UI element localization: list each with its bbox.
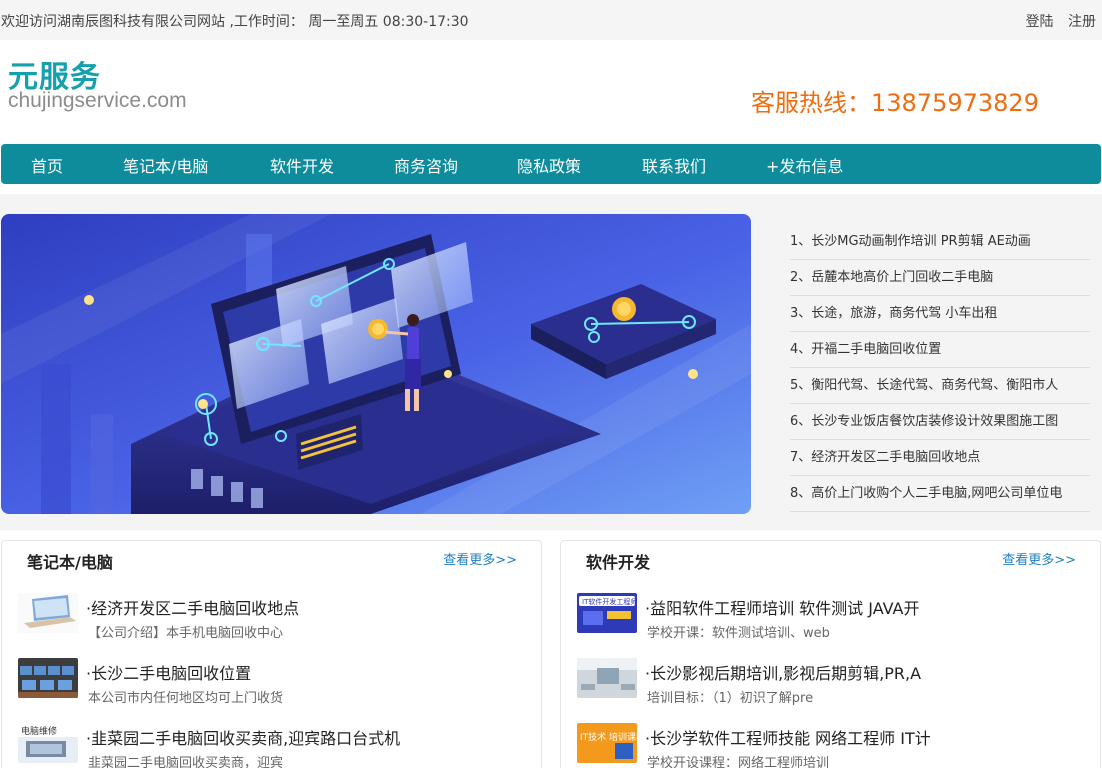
list-item[interactable]: IT软件开发工程师 ·益阳软件工程师培训 软件测试 JAVA开 学校开课：软件测… bbox=[577, 593, 1087, 655]
thumb-caption: 电脑维修 bbox=[21, 725, 57, 737]
entry-desc: 韭菜园二手电脑回收买卖商，迎宾 bbox=[88, 756, 284, 768]
entry-desc: 培训目标：（1）初识了解pre bbox=[647, 691, 814, 706]
list-item[interactable]: ·长沙影视后期培训,影视后期剪辑,PR,A 培训目标：（1）初识了解pre bbox=[577, 658, 1087, 720]
entry-title[interactable]: ·长沙影视后期培训,影视后期剪辑,PR,A bbox=[645, 660, 921, 684]
service-hotline: 客服热线：13875973829 bbox=[751, 89, 1039, 117]
list-item[interactable]: 4、开福二手电脑回收位置 bbox=[790, 332, 1090, 368]
nav-item-home[interactable]: 首页 bbox=[31, 153, 63, 177]
list-item[interactable]: 3、长途，旅游，商务代驾 小车出租 bbox=[790, 296, 1090, 332]
it-training-thumbnail[interactable]: IT技术 培训课程 bbox=[577, 723, 637, 763]
nav-item-privacy-policy[interactable]: 隐私政策 bbox=[517, 153, 581, 177]
entry-title[interactable]: ·长沙二手电脑回收位置 bbox=[86, 660, 251, 684]
register-link[interactable]: 注册 bbox=[1068, 14, 1096, 30]
list-item[interactable]: 6、长沙专业饭店餐饮店装修设计效果图施工图 bbox=[790, 404, 1090, 440]
list-item[interactable]: 5、衡阳代驾、长途代驾、商务代驾、衡阳市人 bbox=[790, 368, 1090, 404]
top-bar: 欢迎访问湖南辰图科技有限公司网站 ,工作时间： 周一至周五 08:30-17:3… bbox=[0, 0, 1102, 40]
entry-title[interactable]: ·益阳软件工程师培训 软件测试 JAVA开 bbox=[645, 595, 920, 619]
thumb-caption: IT技术 培训课程 bbox=[580, 731, 637, 743]
list-item[interactable]: ·经济开发区二手电脑回收地点 【公司介绍】本手机电脑回收中心 bbox=[18, 593, 528, 655]
entry-title[interactable]: ·长沙学软件工程师技能 网络工程师 IT计 bbox=[645, 725, 931, 749]
entry-desc: 【公司介绍】本手机电脑回收中心 bbox=[88, 626, 284, 641]
main-nav: 首页 笔记本/电脑 软件开发 商务咨询 隐私政策 联系我们 +发布信息 bbox=[1, 144, 1101, 184]
site-logo-domain: chujingservice.com bbox=[8, 89, 187, 112]
computer-repair-thumbnail[interactable]: 电脑维修 bbox=[18, 723, 78, 763]
nav-item-business-consulting[interactable]: 商务咨询 bbox=[394, 153, 458, 177]
list-item[interactable]: 电脑维修 ·韭菜园二手电脑回收买卖商,迎宾路口台式机 韭菜园二手电脑回收买卖商，… bbox=[18, 723, 528, 768]
hot-news-list: 1、长沙MG动画制作培训 PR剪辑 AE动画 2、岳麓本地高价上门回收二手电脑 … bbox=[790, 224, 1090, 512]
thumb-caption: IT软件开发工程师 bbox=[582, 597, 637, 606]
classroom-thumbnail[interactable] bbox=[577, 658, 637, 698]
login-link[interactable]: 登陆 bbox=[1026, 14, 1054, 30]
list-item[interactable]: 1、长沙MG动画制作培训 PR剪辑 AE动画 bbox=[790, 224, 1090, 260]
entry-desc: 学校开课：软件测试培训、web bbox=[647, 626, 830, 641]
computer-lab-thumbnail[interactable] bbox=[18, 658, 78, 698]
nav-item-software-dev[interactable]: 软件开发 bbox=[270, 153, 334, 177]
welcome-text: 欢迎访问湖南辰图科技有限公司网站 ,工作时间： 周一至周五 08:30-17:3… bbox=[1, 14, 469, 30]
list-item[interactable]: IT技术 培训课程 ·长沙学软件工程师技能 网络工程师 IT计 学校开设课程：网… bbox=[577, 723, 1087, 768]
entry-title[interactable]: ·韭菜园二手电脑回收买卖商,迎宾路口台式机 bbox=[86, 725, 400, 749]
hero-banner-image[interactable] bbox=[1, 214, 751, 514]
list-item[interactable]: 7、经济开发区二手电脑回收地点 bbox=[790, 440, 1090, 476]
entry-desc: 本公司市内任何地区均可上门收货 bbox=[88, 691, 284, 706]
nav-item-laptop-computer[interactable]: 笔记本/电脑 bbox=[123, 153, 208, 177]
laptop-thumbnail[interactable] bbox=[18, 593, 78, 633]
nav-item-post-info[interactable]: +发布信息 bbox=[766, 153, 843, 177]
entry-title[interactable]: ·经济开发区二手电脑回收地点 bbox=[86, 595, 299, 619]
list-item[interactable]: ·长沙二手电脑回收位置 本公司市内任何地区均可上门收货 bbox=[18, 658, 528, 720]
panel-title: 笔记本/电脑 bbox=[27, 553, 113, 572]
panel-laptop-computer: 笔记本/电脑 查看更多>> ·经济开发区二手电脑回收地点 【公司介绍】本手机电脑… bbox=[1, 540, 542, 768]
software-course-thumbnail[interactable]: IT软件开发工程师 bbox=[577, 593, 637, 633]
panel-software-dev: 软件开发 查看更多>> IT软件开发工程师 ·益阳软件工程师培训 软件测试 JA… bbox=[560, 540, 1101, 768]
view-more-link[interactable]: 查看更多>> bbox=[443, 549, 517, 568]
auth-links: 登陆 注册 bbox=[1016, 11, 1096, 31]
list-item[interactable]: 8、高价上门收购个人二手电脑,网吧公司单位电 bbox=[790, 476, 1090, 512]
nav-item-contact-us[interactable]: 联系我们 bbox=[642, 153, 706, 177]
isometric-tech-illustration bbox=[1, 214, 751, 514]
panel-title: 软件开发 bbox=[586, 553, 651, 572]
list-item[interactable]: 2、岳麓本地高价上门回收二手电脑 bbox=[790, 260, 1090, 296]
entry-desc: 学校开设课程：网络工程师培训 bbox=[647, 756, 830, 768]
view-more-link[interactable]: 查看更多>> bbox=[1002, 549, 1076, 568]
